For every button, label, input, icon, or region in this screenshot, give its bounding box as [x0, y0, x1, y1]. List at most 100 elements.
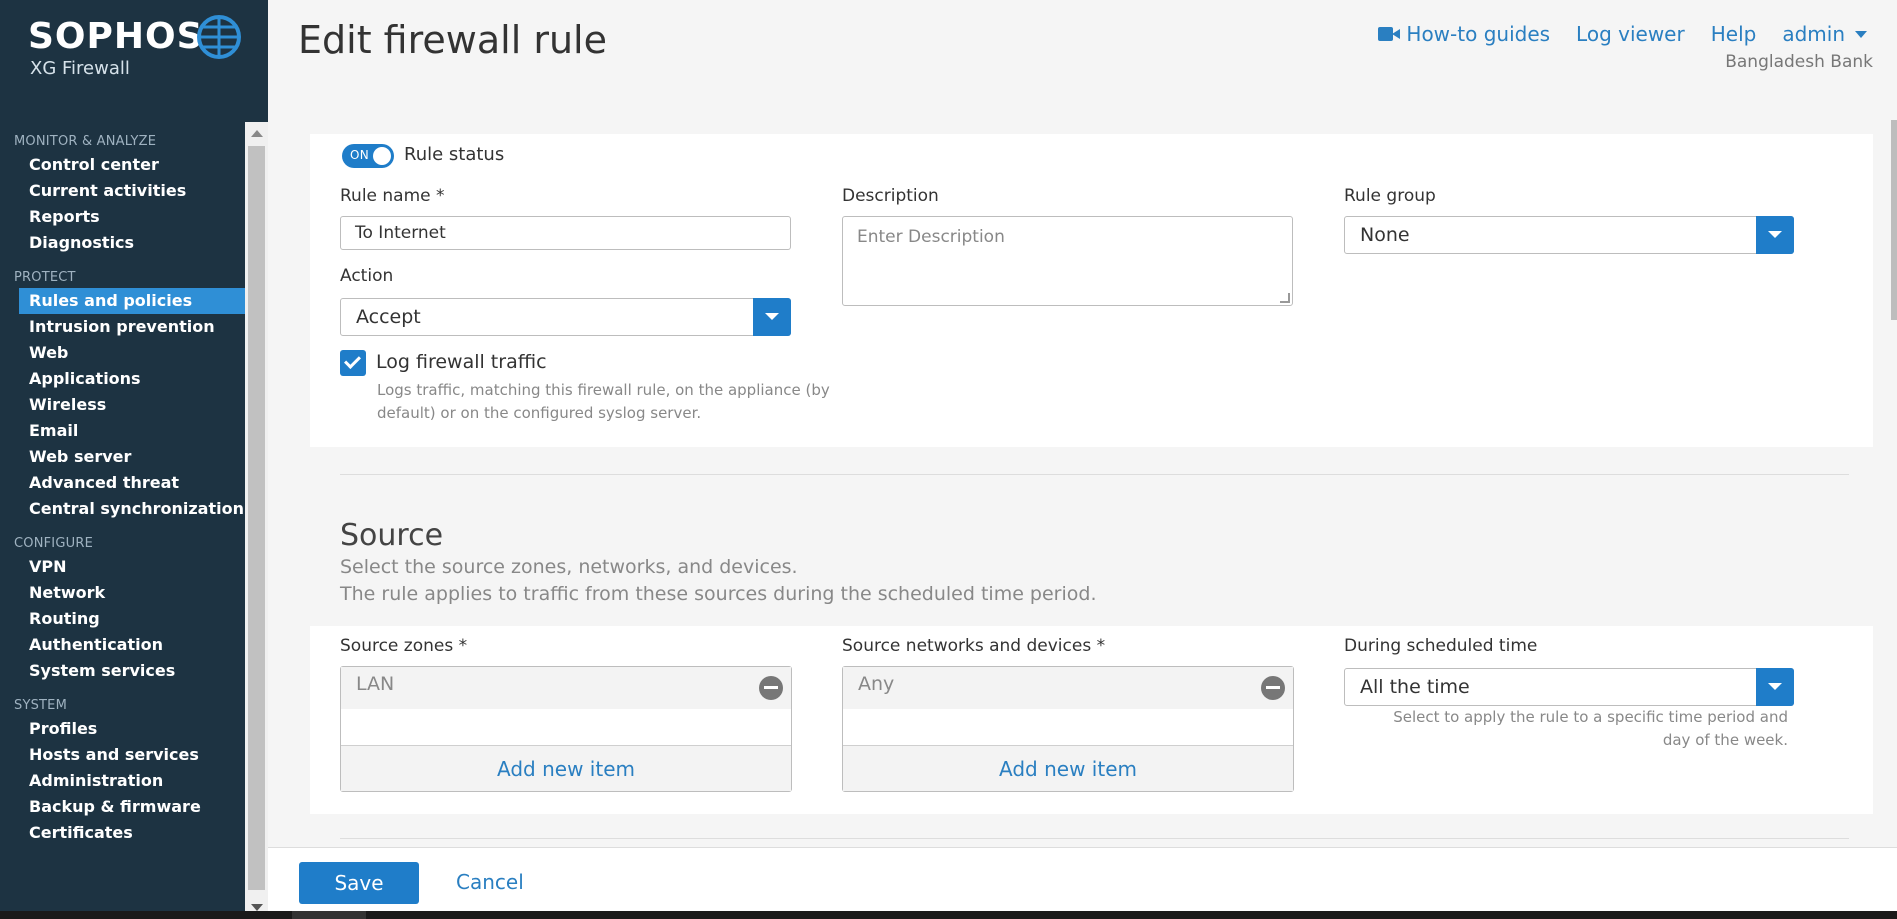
schedule-label: During scheduled time	[1344, 636, 1538, 656]
description-placeholder: Enter Description	[857, 227, 1005, 247]
sidebar-item-system-services[interactable]: System services	[19, 658, 245, 684]
nav-section-system: SYSTEM	[14, 698, 68, 713]
nav-section-protect: PROTECT	[14, 270, 76, 285]
rule-name-input[interactable]: To Internet	[340, 216, 791, 250]
rule-group-dropdown-button[interactable]	[1756, 216, 1794, 254]
video-camera-icon	[1378, 26, 1401, 42]
brand-name: SOPHOS	[28, 16, 204, 57]
source-description-line-1: Select the source zones, networks, and d…	[340, 556, 798, 578]
schedule-help-line-1: Select to apply the rule to a specific t…	[1393, 708, 1788, 726]
sidebar-item-vpn[interactable]: VPN	[19, 554, 245, 580]
source-zone-value: LAN	[356, 673, 395, 695]
schedule-select[interactable]: All the time	[1344, 668, 1794, 706]
nav-section-monitor: MONITOR & ANALYZE	[14, 134, 157, 149]
sidebar-item-backup-firmware[interactable]: Backup & firmware	[19, 794, 245, 820]
sidebar-item-administration[interactable]: Administration	[19, 768, 245, 794]
sidebar-item-current-activities[interactable]: Current activities	[19, 178, 245, 204]
sidebar-item-routing[interactable]: Routing	[19, 606, 245, 632]
sidebar-item-certificates[interactable]: Certificates	[19, 820, 245, 846]
sidebar-item-hosts-and-services[interactable]: Hosts and services	[19, 742, 245, 768]
source-zones-label: Source zones *	[340, 636, 468, 656]
caret-down-icon	[1855, 30, 1867, 38]
action-dropdown-button[interactable]	[753, 298, 791, 336]
taskbar-tab[interactable]	[292, 911, 366, 919]
product-name: XG Firewall	[30, 58, 130, 79]
list-item: Any	[843, 667, 1293, 709]
nav-section-configure: CONFIGURE	[14, 536, 93, 551]
minus-circle-icon[interactable]	[1261, 676, 1285, 700]
sidebar-item-applications[interactable]: Applications	[19, 366, 245, 392]
sidebar-item-authentication[interactable]: Authentication	[19, 632, 245, 658]
sidebar-scrollbar[interactable]	[245, 122, 268, 919]
content-scrollbar[interactable]	[1891, 120, 1897, 320]
source-networks-list: Any Add new item	[842, 666, 1294, 792]
sidebar-item-advanced-threat[interactable]: Advanced threat	[19, 470, 245, 496]
action-label: Action	[340, 266, 394, 286]
rule-status-toggle[interactable]: ON	[342, 144, 394, 168]
top-links: How-to guides Log viewer Help admin	[1378, 22, 1867, 46]
globe-grid-icon	[197, 15, 241, 59]
section-divider	[340, 474, 1849, 475]
sidebar-item-profiles[interactable]: Profiles	[19, 716, 245, 742]
sidebar-item-control-center[interactable]: Control center	[19, 152, 245, 178]
rule-group-value: None	[1360, 224, 1410, 246]
sidebar-item-web[interactable]: Web	[19, 340, 245, 366]
log-viewer-link[interactable]: Log viewer	[1576, 22, 1685, 46]
add-source-network-button[interactable]: Add new item	[843, 745, 1293, 791]
help-link[interactable]: Help	[1711, 22, 1757, 46]
sidebar-item-email[interactable]: Email	[19, 418, 245, 444]
log-traffic-help-line-2: default) or on the configured syslog ser…	[377, 404, 702, 422]
section-divider	[340, 838, 1849, 839]
sidebar-item-intrusion-prevention[interactable]: Intrusion prevention	[19, 314, 245, 340]
rule-group-select[interactable]: None	[1344, 216, 1794, 254]
rule-group-label: Rule group	[1344, 186, 1436, 206]
page-title: Edit firewall rule	[298, 18, 607, 62]
resize-handle-icon[interactable]	[1280, 293, 1290, 303]
source-network-value: Any	[858, 673, 895, 695]
action-select[interactable]: Accept	[340, 298, 791, 336]
sidebar-item-reports[interactable]: Reports	[19, 204, 245, 230]
scroll-up-arrow-icon[interactable]	[251, 130, 263, 137]
form-content: ON Rule status Rule name * To Internet D…	[268, 120, 1897, 847]
user-menu[interactable]: admin	[1782, 22, 1867, 46]
rule-status-label: Rule status	[404, 144, 505, 165]
brand-logo[interactable]: SOPHOS XG Firewall	[0, 0, 268, 110]
source-description-line-2: The rule applies to traffic from these s…	[340, 583, 1097, 605]
toggle-knob	[373, 147, 391, 165]
toggle-on-label: ON	[350, 148, 370, 162]
log-traffic-help-line-1: Logs traffic, matching this firewall rul…	[377, 381, 830, 399]
schedule-help: Select to apply the rule to a specific t…	[1368, 706, 1788, 752]
log-traffic-label: Log firewall traffic	[376, 351, 547, 373]
page-header: Edit firewall rule How-to guides Log vie…	[268, 0, 1897, 120]
sidebar: SOPHOS XG Firewall MONITOR & ANALYZE Con…	[0, 0, 268, 919]
minus-circle-icon[interactable]	[759, 676, 783, 700]
how-to-guides-label: How-to guides	[1406, 22, 1551, 46]
save-button[interactable]: Save	[299, 862, 419, 904]
taskbar-strip	[0, 911, 1897, 919]
sidebar-item-rules-and-policies[interactable]: Rules and policies	[19, 288, 245, 314]
sidebar-item-wireless[interactable]: Wireless	[19, 392, 245, 418]
sidebar-item-central-synchronization[interactable]: Central synchronization	[19, 496, 245, 522]
schedule-value: All the time	[1360, 676, 1470, 698]
sidebar-item-diagnostics[interactable]: Diagnostics	[19, 230, 245, 256]
source-zones-list: LAN Add new item	[340, 666, 792, 792]
sidebar-item-network[interactable]: Network	[19, 580, 245, 606]
cancel-button[interactable]: Cancel	[456, 870, 524, 894]
scroll-down-arrow-icon[interactable]	[251, 904, 263, 911]
form-footer: Save Cancel	[268, 847, 1897, 911]
sidebar-item-web-server[interactable]: Web server	[19, 444, 245, 470]
list-item: LAN	[341, 667, 791, 709]
add-source-zone-button[interactable]: Add new item	[341, 745, 791, 791]
source-section-title: Source	[340, 518, 444, 553]
scrollbar-thumb[interactable]	[248, 146, 265, 890]
checkmark-icon	[344, 352, 361, 369]
rule-name-label: Rule name *	[340, 186, 445, 206]
log-traffic-checkbox[interactable]	[340, 350, 366, 376]
source-networks-label: Source networks and devices *	[842, 636, 1106, 656]
description-textarea[interactable]: Enter Description	[842, 216, 1293, 306]
sidebar-nav: MONITOR & ANALYZE Control center Current…	[0, 122, 245, 919]
organization-name: Bangladesh Bank	[1725, 52, 1873, 72]
caret-down-icon	[1768, 683, 1782, 690]
how-to-guides-link[interactable]: How-to guides	[1378, 22, 1550, 46]
schedule-dropdown-button[interactable]	[1756, 668, 1794, 706]
